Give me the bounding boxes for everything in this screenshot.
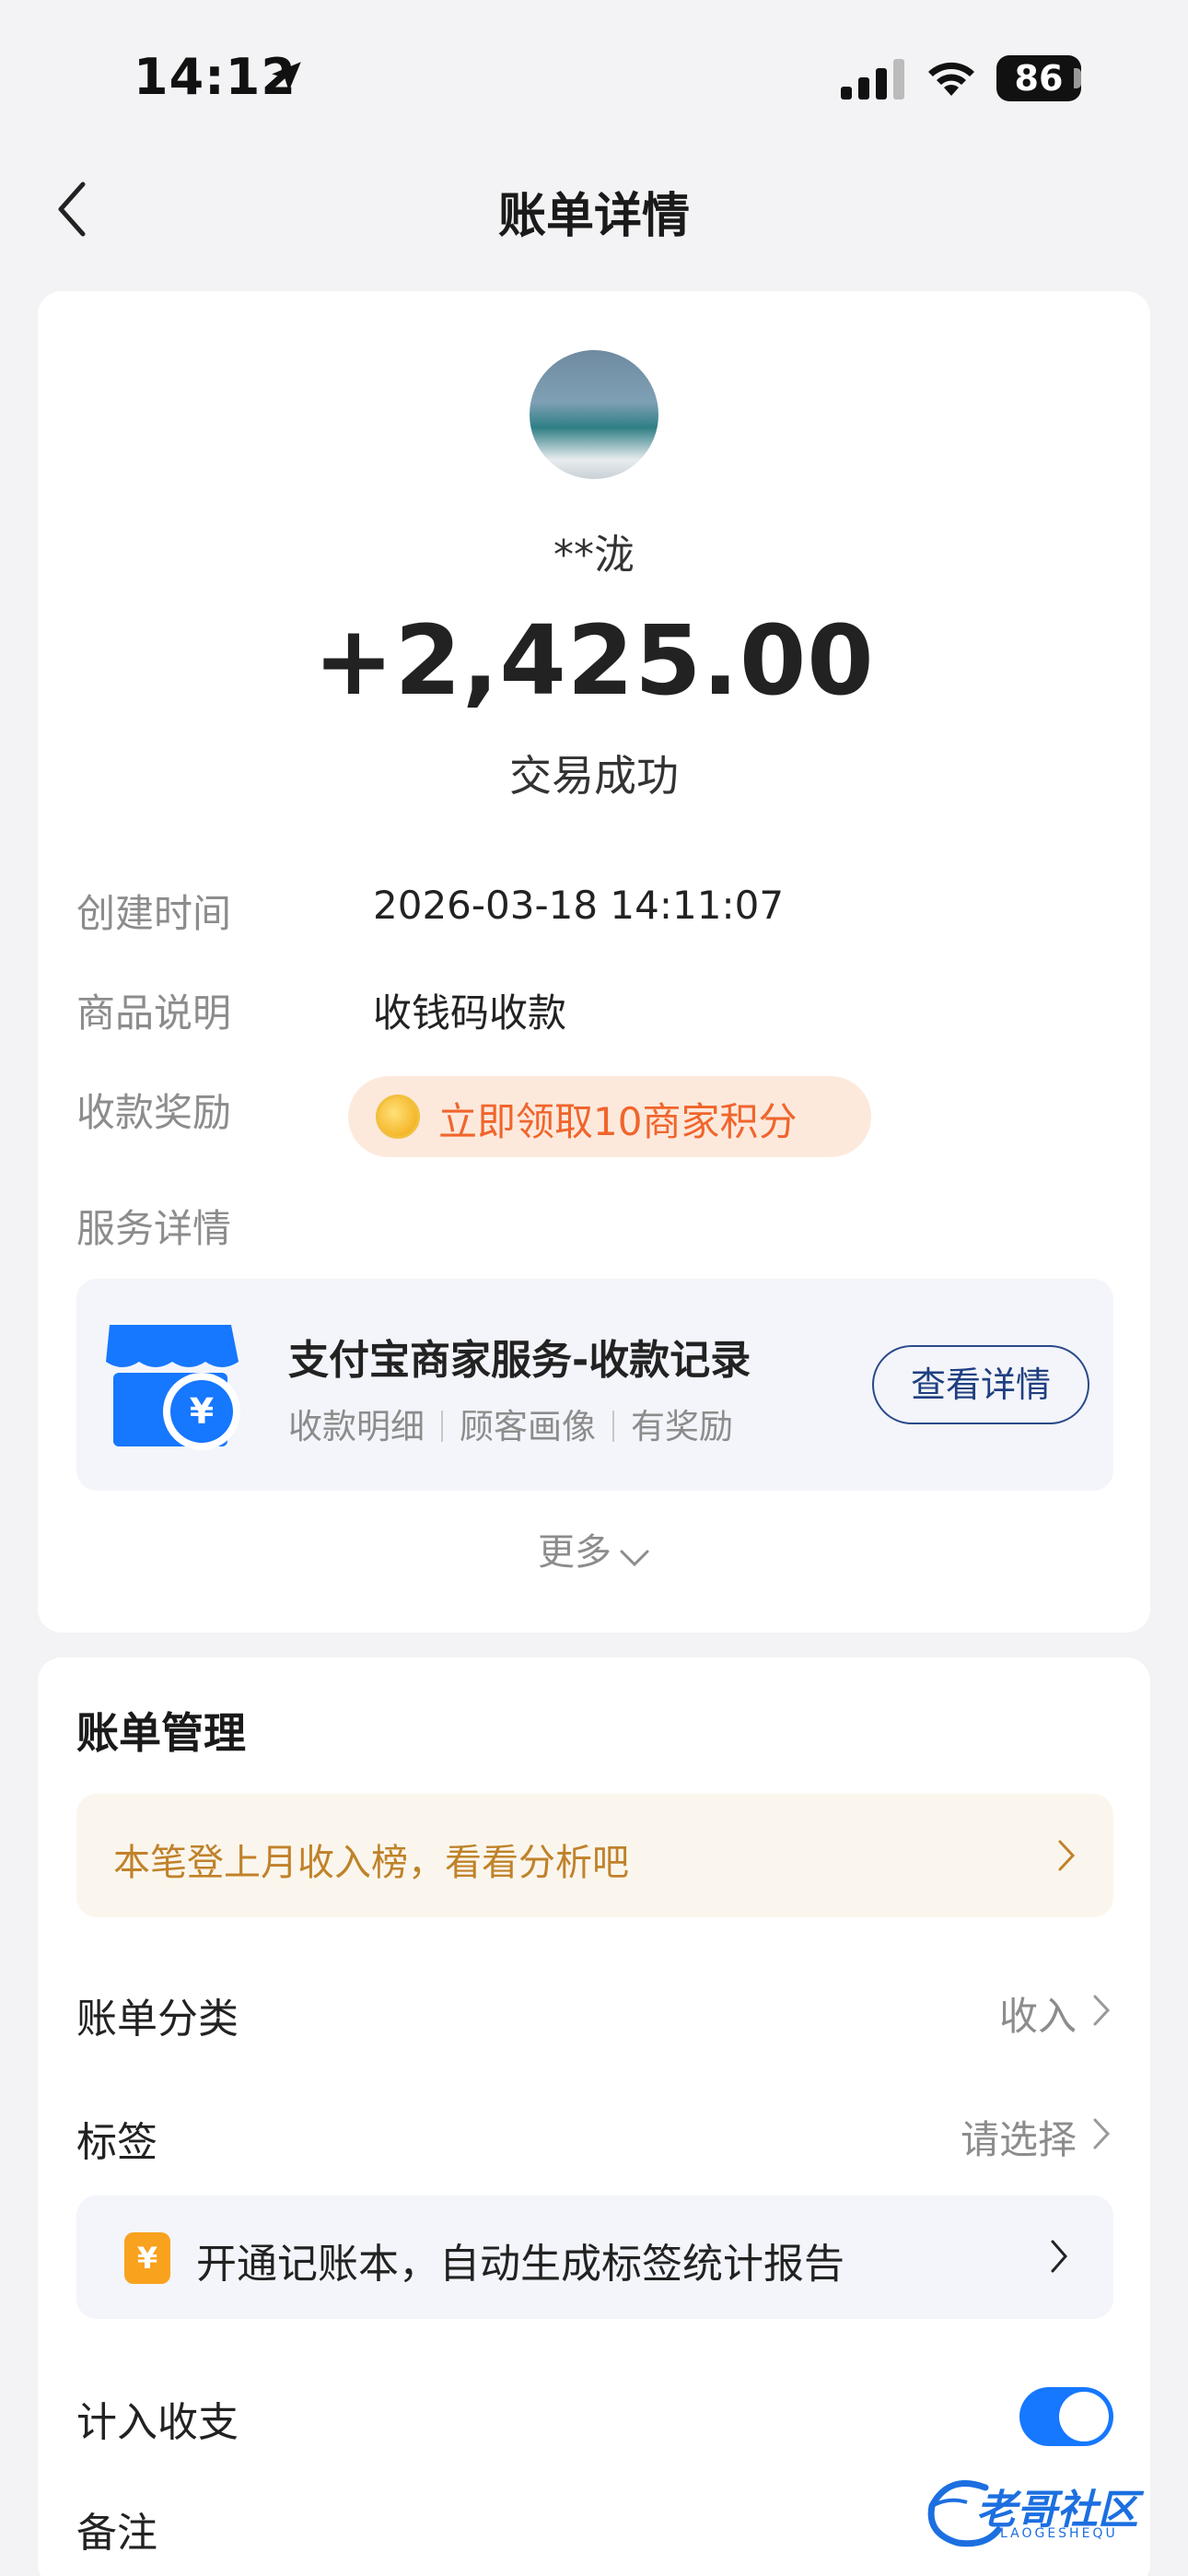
bill-category-label: 账单分类 bbox=[76, 1996, 239, 2043]
transaction-amount: +2,425.00 bbox=[313, 604, 875, 717]
store-yen-icon: ¥ bbox=[106, 1325, 240, 1450]
created-time-label: 创建时间 bbox=[76, 891, 232, 936]
product-desc-label: 商品说明 bbox=[76, 990, 232, 1036]
transaction-card: **泷 +2,425.00 交易成功 创建时间 2026-03-18 14:11… bbox=[38, 291, 1150, 1633]
more-label: 更多 bbox=[538, 1531, 611, 1574]
chevron-right-icon bbox=[1058, 1840, 1076, 1871]
cellular-signal-icon bbox=[841, 59, 904, 100]
created-time-value: 2026-03-18 14:11:07 bbox=[373, 883, 785, 928]
bill-category-value[interactable]: 收入 bbox=[999, 1985, 1077, 2042]
status-bar: 14:12 86 bbox=[0, 0, 1188, 157]
chevron-right-icon bbox=[1051, 2240, 1067, 2273]
bookkeeping-text: 开通记账本，自动生成标签统计报告 bbox=[196, 2241, 844, 2288]
ticket-yen-icon: ¥ bbox=[124, 2232, 170, 2284]
product-desc-value: 收钱码收款 bbox=[373, 990, 567, 1036]
income-ranking-banner[interactable]: 本笔登上月收入榜，看看分析吧 bbox=[76, 1794, 1113, 1917]
chevron-down-icon bbox=[620, 1550, 649, 1567]
service-tag: 顾客画像 bbox=[460, 1407, 596, 1446]
include-in-ledger-label: 计入收支 bbox=[76, 2399, 239, 2446]
claim-reward-text: 立即领取10商家积分 bbox=[438, 1099, 798, 1144]
transaction-status: 交易成功 bbox=[509, 751, 679, 801]
management-title: 账单管理 bbox=[76, 1708, 246, 1758]
payer-name: **泷 bbox=[553, 532, 635, 579]
tag-value[interactable]: 请选择 bbox=[961, 2109, 1077, 2165]
service-tag: 有奖励 bbox=[631, 1407, 733, 1446]
merchant-service-card[interactable]: ¥ 支付宝商家服务-收款记录 收款明细 顾客画像 有奖励 查看详情 bbox=[76, 1279, 1113, 1491]
location-arrow-icon bbox=[272, 62, 301, 91]
view-details-button[interactable]: 查看详情 bbox=[872, 1345, 1089, 1424]
watermark-subtext: LAOGESHEQU bbox=[1000, 2526, 1118, 2541]
service-tag: 收款明细 bbox=[288, 1407, 425, 1446]
include-in-ledger-toggle[interactable] bbox=[1019, 2387, 1113, 2446]
service-details-label: 服务详情 bbox=[76, 1206, 232, 1251]
tag-label: 标签 bbox=[76, 2119, 157, 2166]
reward-label: 收款奖励 bbox=[76, 1090, 232, 1135]
claim-reward-button[interactable]: 立即领取10商家积分 bbox=[348, 1076, 871, 1157]
coin-icon bbox=[376, 1095, 420, 1139]
toggle-knob bbox=[1059, 2392, 1109, 2441]
bill-management-card: 账单管理 本笔登上月收入榜，看看分析吧 账单分类 收入 标签 请选择 ¥ 开通记… bbox=[38, 1657, 1150, 2576]
more-toggle[interactable]: 更多 bbox=[38, 1522, 1150, 1575]
service-title: 支付宝商家服务-收款记录 bbox=[288, 1337, 751, 1384]
chevron-right-icon[interactable] bbox=[1091, 1993, 1112, 2028]
payer-avatar[interactable] bbox=[530, 350, 658, 479]
page-title: 账单详情 bbox=[497, 189, 690, 244]
tag-divider bbox=[441, 1411, 443, 1442]
promo-text: 本笔登上月收入榜，看看分析吧 bbox=[113, 1842, 629, 1884]
tag-divider bbox=[612, 1411, 614, 1442]
service-tags: 收款明细 顾客画像 有奖励 bbox=[288, 1399, 733, 1448]
wifi-icon bbox=[928, 62, 974, 96]
note-label: 备注 bbox=[76, 2510, 157, 2557]
open-bookkeeping-banner[interactable]: ¥ 开通记账本，自动生成标签统计报告 bbox=[76, 2195, 1113, 2319]
chevron-right-icon[interactable] bbox=[1091, 2116, 1112, 2151]
battery-indicator: 86 bbox=[996, 55, 1081, 101]
watermark-logo: 老哥社区 LAOGESHEQU bbox=[921, 2469, 1179, 2552]
svg-text:¥: ¥ bbox=[190, 1391, 214, 1432]
battery-cap bbox=[1074, 68, 1081, 88]
